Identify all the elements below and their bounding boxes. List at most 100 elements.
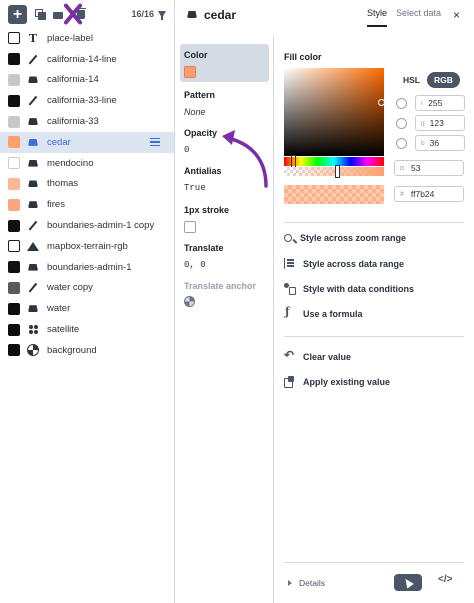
layer-item[interactable]: boundaries-admin-1 copy	[0, 215, 174, 236]
layer-item[interactable]: california-33	[0, 111, 174, 132]
layer-color-swatch[interactable]	[8, 32, 20, 45]
layer-color-swatch[interactable]	[8, 115, 20, 128]
layer-item[interactable]: background	[0, 340, 174, 361]
style-zoom-range-button[interactable]: Style across zoom range	[284, 233, 406, 243]
layer-color-swatch[interactable]	[8, 302, 20, 315]
saturation-picker[interactable]	[284, 68, 384, 156]
layer-color-swatch[interactable]	[8, 261, 20, 274]
color-mode-toggle[interactable]: HSL RGB	[396, 72, 460, 88]
clear-value-button[interactable]: Clear value	[284, 348, 351, 362]
layer-item[interactable]: water copy	[0, 278, 174, 299]
alpha-input[interactable]: α 53	[394, 160, 464, 176]
green-input[interactable]: g 123	[415, 115, 465, 131]
layer-color-swatch[interactable]	[8, 53, 20, 66]
layer-item[interactable]: california-14	[0, 70, 174, 91]
property-1px-stroke[interactable]: 1px stroke	[180, 199, 269, 239]
layer-count: 16/16	[131, 9, 154, 19]
alpha-slider[interactable]	[284, 167, 384, 176]
blue-radio[interactable]	[396, 137, 407, 149]
alpha-handle[interactable]	[335, 165, 340, 178]
data-conditions-icon	[284, 283, 296, 295]
layer-item[interactable]: california-14-line	[0, 49, 174, 70]
add-layer-button[interactable]: +	[8, 4, 27, 24]
layer-color-swatch[interactable]	[8, 94, 20, 107]
layer-name: california-33-line	[47, 95, 117, 107]
layer-name: california-33	[47, 116, 99, 128]
layer-item[interactable]: boundaries-admin-1	[0, 257, 174, 278]
tab-select-data[interactable]: Select data	[396, 8, 441, 18]
layer-color-swatch[interactable]	[8, 240, 20, 253]
layer-color-swatch[interactable]	[8, 219, 20, 232]
green-key: g	[421, 119, 425, 127]
style-data-conditions-label: Style with data conditions	[303, 283, 415, 294]
zoom-icon	[284, 234, 292, 242]
property-color-label: Color	[184, 50, 208, 60]
details-toggle[interactable]: Details	[288, 578, 325, 588]
layer-item[interactable]: water	[0, 298, 174, 319]
layer-item[interactable]: thomas	[0, 174, 174, 195]
annotation-arrow	[222, 130, 268, 188]
red-input[interactable]: r 255	[415, 95, 465, 111]
hex-input[interactable]: # ff7b24	[394, 186, 464, 202]
layer-color-swatch[interactable]	[8, 157, 20, 170]
mode-hsl[interactable]: HSL	[396, 72, 427, 88]
property-translate[interactable]: Translate 0, 0	[180, 237, 269, 276]
fill-layer-icon	[27, 303, 39, 315]
alpha-value: 53	[411, 163, 421, 173]
divider	[284, 562, 464, 563]
fill-layer-icon	[27, 136, 39, 148]
style-data-range-button[interactable]: Style across data range	[284, 258, 404, 269]
red-value: 255	[428, 98, 443, 108]
blue-key: b	[421, 139, 425, 147]
tab-style[interactable]: Style	[367, 8, 387, 18]
layer-color-swatch[interactable]	[8, 323, 20, 336]
layer-item[interactable]: mendocino	[0, 153, 174, 174]
layer-item[interactable]: cedar	[0, 131, 174, 153]
layer-color-swatch[interactable]	[8, 198, 20, 211]
layer-item[interactable]: place-label	[0, 28, 174, 49]
fill-layer-icon	[27, 178, 39, 190]
editor-header: cedar Style Select data ×	[176, 0, 474, 29]
menu-icon[interactable]	[150, 138, 160, 147]
apply-existing-value-button[interactable]: Apply existing value	[284, 376, 390, 388]
inspect-button[interactable]	[394, 574, 422, 591]
stroke-checkbox[interactable]	[184, 221, 196, 233]
fill-color-editor: Fill color HSL RGB r 255 g 123 b 36 α 53 # ff…	[284, 36, 474, 204]
active-tab-indicator	[367, 25, 387, 27]
green-value: 123	[429, 118, 444, 128]
layer-color-swatch[interactable]	[8, 344, 20, 357]
background-layer-icon	[27, 344, 39, 356]
triangle-right-icon	[288, 580, 292, 586]
green-radio[interactable]	[396, 117, 407, 129]
layer-item[interactable]: satellite	[0, 319, 174, 340]
red-row: r 255	[396, 95, 465, 111]
fill-layer-icon	[27, 74, 39, 86]
layer-name: water copy	[47, 282, 93, 294]
duplicate-icon[interactable]	[35, 9, 46, 20]
code-button[interactable]: </>	[438, 574, 452, 585]
layer-color-swatch[interactable]	[8, 177, 20, 190]
fill-layer-icon	[186, 9, 198, 21]
blue-input[interactable]: b 36	[415, 135, 465, 151]
filter-icon[interactable]	[158, 10, 166, 20]
property-pattern[interactable]: Pattern None	[180, 84, 269, 123]
red-radio[interactable]	[396, 97, 407, 109]
style-data-conditions-button[interactable]: Style with data conditions	[284, 283, 415, 295]
layer-color-swatch[interactable]	[8, 136, 20, 149]
divider	[284, 222, 464, 223]
layer-name: thomas	[47, 178, 79, 190]
mode-rgb[interactable]: RGB	[427, 72, 460, 88]
picker-handle[interactable]	[378, 99, 385, 106]
line-layer-icon	[27, 53, 39, 65]
property-color[interactable]: Color	[180, 44, 269, 82]
layer-item[interactable]: fires	[0, 194, 174, 215]
layer-color-swatch[interactable]	[8, 73, 20, 86]
layer-item[interactable]: california-33-line	[0, 90, 174, 111]
close-icon[interactable]: ×	[453, 8, 460, 22]
line-layer-icon	[27, 220, 39, 232]
layer-color-swatch[interactable]	[8, 281, 20, 294]
use-formula-button[interactable]: Use a formula	[284, 305, 363, 319]
hue-slider[interactable]	[284, 157, 384, 166]
watermark-text: Text	[221, 296, 265, 321]
layer-item[interactable]: mapbox-terrain-rgb	[0, 236, 174, 257]
